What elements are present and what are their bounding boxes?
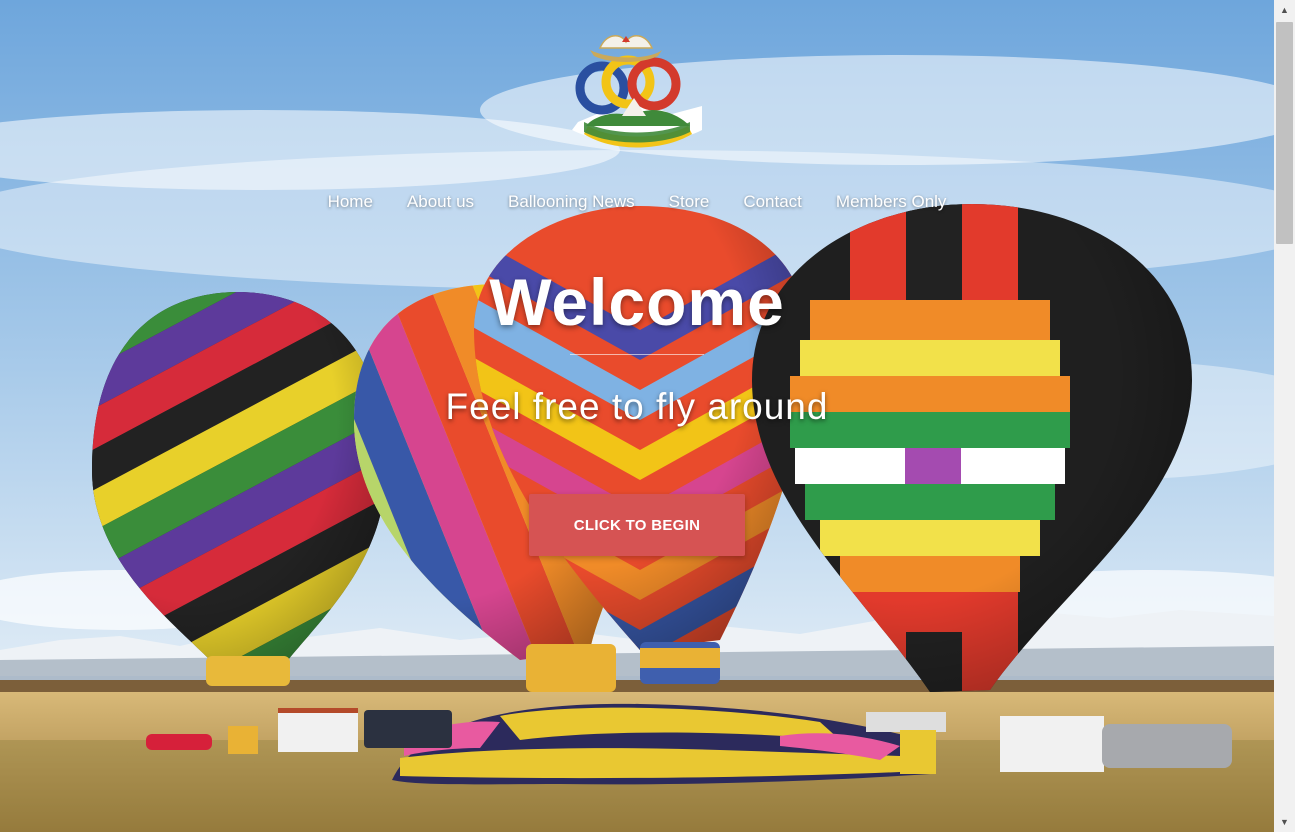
scroll-down-icon[interactable]: ▼ xyxy=(1274,812,1295,832)
calgary-balloon-club-logo[interactable] xyxy=(562,26,712,148)
nav-about-us[interactable]: About us xyxy=(390,190,491,214)
title-divider xyxy=(570,354,704,355)
nav-members-only[interactable]: Members Only xyxy=(819,190,964,214)
main-navigation: Home About us Ballooning News Store Cont… xyxy=(0,190,1274,214)
hero-section: Home About us Ballooning News Store Cont… xyxy=(0,0,1274,832)
nav-store[interactable]: Store xyxy=(652,190,727,214)
nav-home[interactable]: Home xyxy=(311,190,390,214)
vertical-scrollbar[interactable]: ▲ ▼ xyxy=(1274,0,1295,832)
hero-subtitle: Feel free to fly around xyxy=(445,386,829,427)
nav-contact[interactable]: Contact xyxy=(726,190,819,214)
hero-title: Welcome xyxy=(489,265,785,339)
scroll-up-icon[interactable]: ▲ xyxy=(1274,0,1295,20)
click-to-begin-button[interactable]: CLICK TO BEGIN xyxy=(529,494,745,556)
nav-ballooning-news[interactable]: Ballooning News xyxy=(491,190,652,214)
scrollbar-thumb[interactable] xyxy=(1276,22,1293,244)
